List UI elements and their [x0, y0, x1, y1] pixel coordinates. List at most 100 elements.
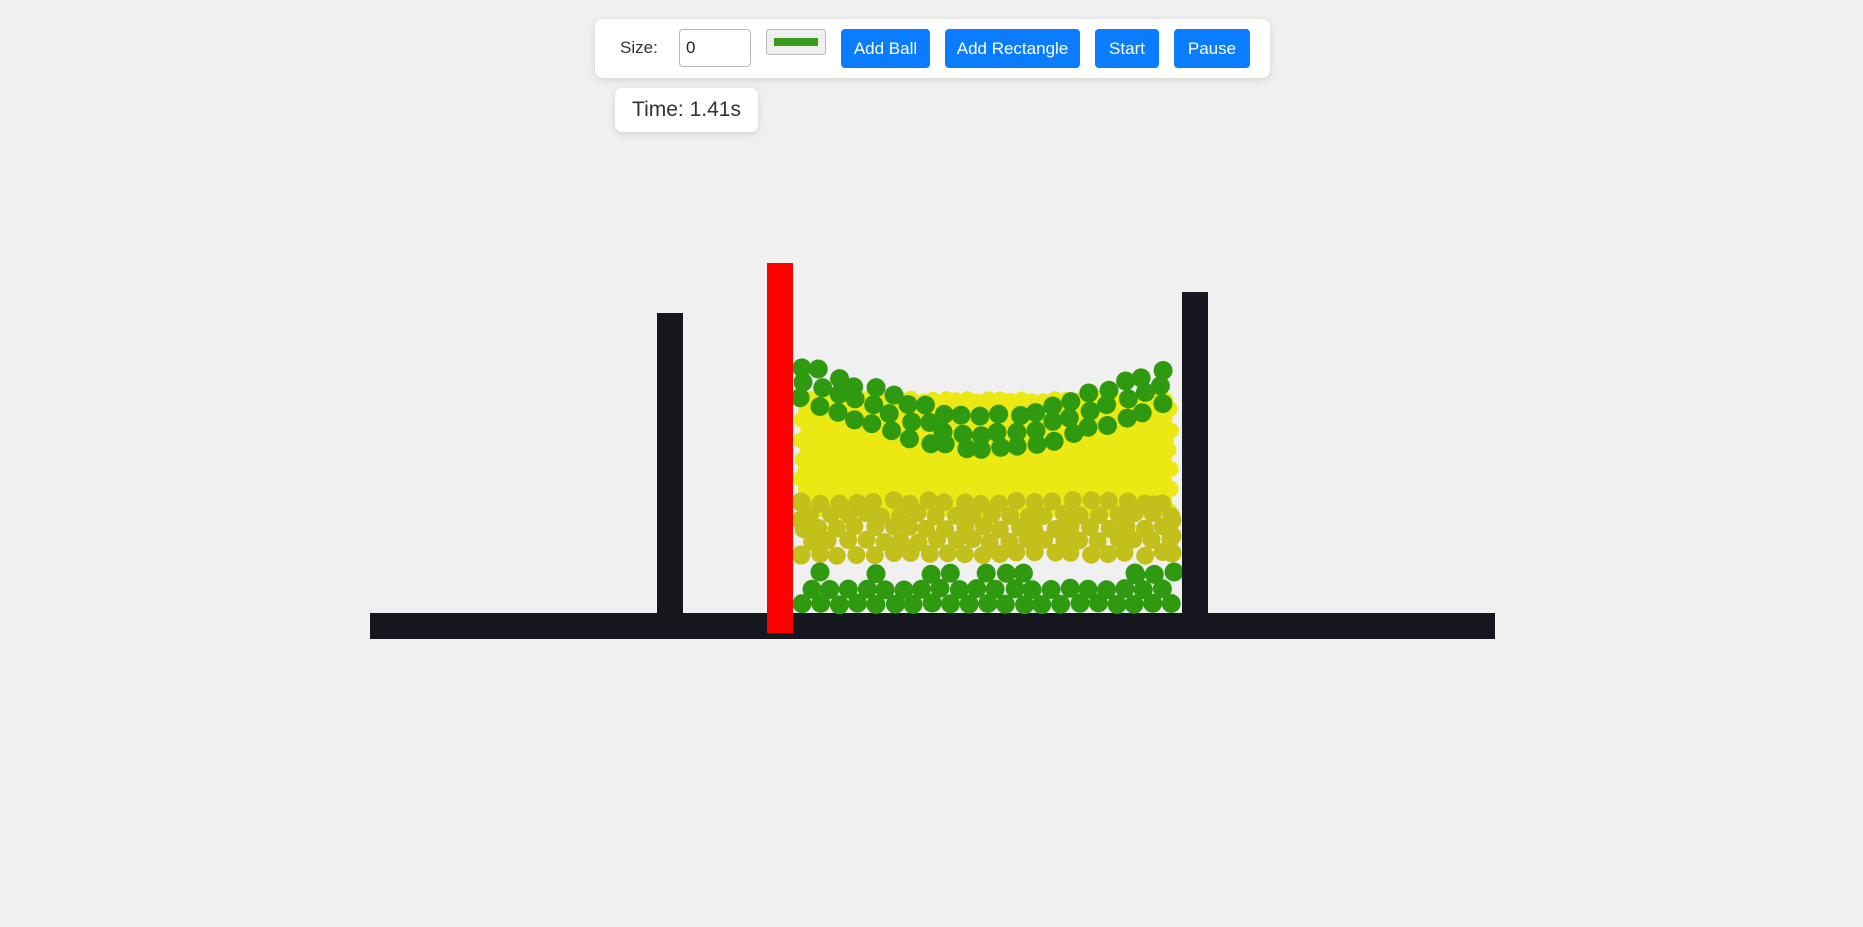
- color-picker[interactable]: [766, 29, 826, 55]
- ball[interactable]: [951, 405, 971, 425]
- ball[interactable]: [845, 389, 865, 409]
- ball[interactable]: [1007, 436, 1027, 456]
- ball[interactable]: [996, 563, 1016, 583]
- ball[interactable]: [838, 579, 858, 599]
- ball[interactable]: [1060, 578, 1080, 598]
- ball[interactable]: [894, 580, 914, 600]
- ball[interactable]: [1013, 563, 1033, 583]
- right-wall[interactable]: [1182, 292, 1208, 613]
- ball[interactable]: [845, 410, 864, 430]
- ball[interactable]: [862, 414, 882, 434]
- ball[interactable]: [902, 412, 922, 432]
- ball[interactable]: [791, 545, 811, 565]
- ball[interactable]: [802, 579, 822, 599]
- ball[interactable]: [973, 546, 992, 565]
- start-button[interactable]: Start: [1095, 29, 1159, 68]
- ball[interactable]: [1098, 416, 1117, 435]
- red-wall[interactable]: [767, 263, 793, 633]
- left-wall[interactable]: [657, 313, 683, 614]
- ball[interactable]: [884, 544, 903, 562]
- ball[interactable]: [1099, 545, 1117, 564]
- size-input[interactable]: [679, 29, 751, 67]
- ball[interactable]: [1078, 417, 1098, 437]
- ball[interactable]: [1078, 579, 1098, 599]
- ball[interactable]: [1026, 403, 1046, 423]
- ball[interactable]: [875, 580, 895, 600]
- ball[interactable]: [990, 545, 1009, 563]
- ball[interactable]: [1118, 389, 1138, 409]
- color-swatch: [774, 38, 818, 46]
- add-ball-button[interactable]: Add Ball: [841, 29, 930, 68]
- ball[interactable]: [1082, 545, 1101, 564]
- ball[interactable]: [1162, 510, 1182, 530]
- ball[interactable]: [921, 564, 941, 584]
- ball[interactable]: [1144, 495, 1164, 515]
- ball[interactable]: [989, 404, 1009, 424]
- ball[interactable]: [1136, 546, 1155, 565]
- ball[interactable]: [866, 564, 886, 584]
- ball[interactable]: [1115, 543, 1134, 562]
- ball[interactable]: [898, 395, 918, 414]
- ball[interactable]: [882, 421, 902, 441]
- ball[interactable]: [1162, 543, 1182, 563]
- ball[interactable]: [901, 543, 920, 562]
- ball[interactable]: [808, 359, 828, 379]
- ball[interactable]: [971, 439, 991, 459]
- ball[interactable]: [985, 579, 1005, 599]
- ball[interactable]: [810, 562, 830, 582]
- ball[interactable]: [915, 395, 935, 415]
- add-rectangle-button[interactable]: Add Rectangle: [945, 29, 1080, 68]
- ball[interactable]: [790, 388, 810, 408]
- ball[interactable]: [940, 563, 960, 583]
- ball[interactable]: [949, 580, 969, 600]
- ball[interactable]: [1061, 543, 1080, 562]
- pause-button[interactable]: Pause: [1174, 29, 1250, 68]
- ball[interactable]: [791, 510, 811, 530]
- ball[interactable]: [857, 530, 876, 549]
- ball[interactable]: [955, 545, 974, 564]
- ball[interactable]: [1150, 376, 1170, 396]
- ball[interactable]: [866, 378, 886, 398]
- ball[interactable]: [1125, 563, 1145, 583]
- ball[interactable]: [820, 580, 840, 599]
- ball[interactable]: [1132, 403, 1152, 423]
- ball[interactable]: [791, 492, 811, 512]
- ball[interactable]: [865, 546, 884, 565]
- ball[interactable]: [1007, 543, 1026, 562]
- ball[interactable]: [813, 378, 833, 398]
- ball[interactable]: [828, 402, 848, 422]
- ball[interactable]: [991, 437, 1011, 457]
- ball[interactable]: [976, 563, 996, 583]
- ball[interactable]: [879, 404, 899, 424]
- ball[interactable]: [1097, 580, 1117, 600]
- simulation-canvas[interactable]: [0, 0, 1863, 927]
- ball[interactable]: [1080, 401, 1100, 421]
- ball[interactable]: [1079, 383, 1099, 403]
- ball[interactable]: [963, 530, 982, 548]
- timer-text: Time: 1.41s: [632, 98, 741, 121]
- ball[interactable]: [811, 545, 830, 564]
- ground-platform[interactable]: [370, 613, 1495, 639]
- ball[interactable]: [1041, 580, 1061, 599]
- ball[interactable]: [1097, 395, 1117, 415]
- ball[interactable]: [1164, 562, 1184, 582]
- ball[interactable]: [970, 406, 990, 426]
- ball[interactable]: [1153, 394, 1173, 414]
- ball[interactable]: [920, 544, 939, 563]
- ball[interactable]: [1044, 431, 1064, 451]
- ball[interactable]: [935, 434, 955, 454]
- timer-display: Time: 1.41s: [615, 88, 758, 132]
- ball[interactable]: [847, 546, 866, 565]
- ball[interactable]: [1144, 564, 1164, 584]
- ball[interactable]: [938, 544, 957, 563]
- ball[interactable]: [810, 397, 830, 416]
- app-stage: Size: Add Ball Add Rectangle Start Pause…: [0, 0, 1863, 927]
- ball[interactable]: [1061, 392, 1081, 412]
- ball[interactable]: [899, 429, 919, 449]
- ball[interactable]: [885, 491, 903, 510]
- ball[interactable]: [1025, 543, 1044, 562]
- ball[interactable]: [1027, 434, 1047, 454]
- ball[interactable]: [1043, 411, 1063, 431]
- ball[interactable]: [1022, 580, 1042, 600]
- ball[interactable]: [827, 546, 846, 565]
